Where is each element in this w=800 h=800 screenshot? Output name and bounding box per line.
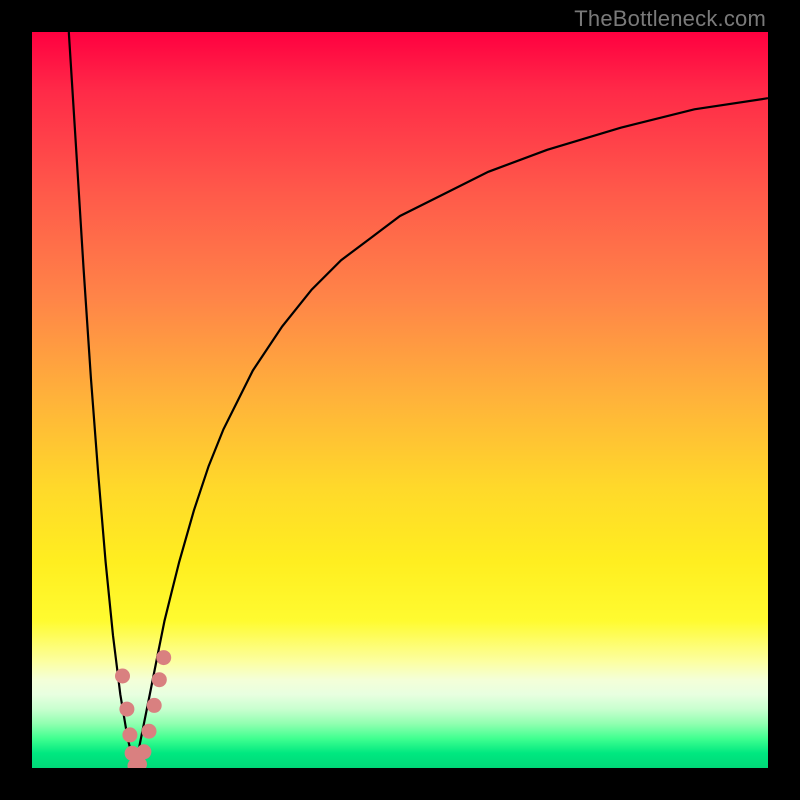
marker-point bbox=[147, 698, 162, 713]
watermark-text: TheBottleneck.com bbox=[574, 6, 766, 32]
marker-point bbox=[119, 702, 134, 717]
highlight-markers bbox=[115, 650, 171, 768]
curve-layer bbox=[32, 32, 768, 768]
marker-point bbox=[156, 650, 171, 665]
marker-point bbox=[142, 724, 157, 739]
curve-left-branch bbox=[69, 32, 135, 768]
marker-point bbox=[136, 744, 151, 759]
chart-frame: TheBottleneck.com bbox=[0, 0, 800, 800]
curve-right-branch bbox=[135, 98, 768, 768]
marker-point bbox=[152, 672, 167, 687]
marker-point bbox=[115, 669, 130, 684]
marker-point bbox=[122, 727, 137, 742]
plot-area bbox=[32, 32, 768, 768]
